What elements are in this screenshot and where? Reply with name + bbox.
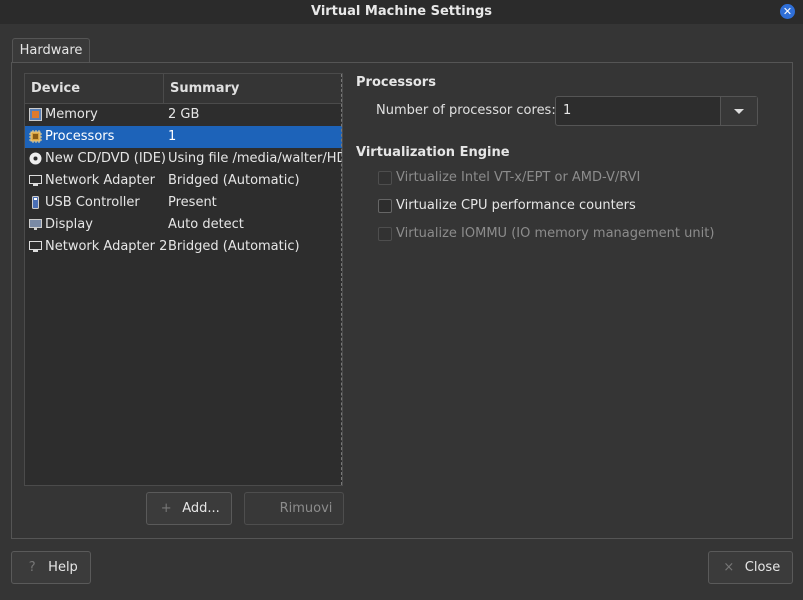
help-icon: ?: [28, 560, 36, 575]
list-edge-divider: [341, 74, 342, 485]
virtualize-perf-counters-checkbox[interactable]: [378, 199, 392, 213]
column-header-summary[interactable]: Summary: [170, 74, 239, 103]
device-row-processors[interactable]: Processors 1: [25, 126, 342, 148]
processor-icon: [29, 130, 42, 143]
device-summary: Auto detect: [168, 217, 244, 232]
virtualize-iommu-label: Virtualize IOMMU (IO memory management u…: [396, 226, 715, 241]
virtualization-section-title: Virtualization Engine: [356, 145, 510, 160]
close-icon: ×: [723, 560, 735, 575]
device-row-usb-controller[interactable]: USB Controller Present: [25, 192, 342, 214]
chevron-down-icon: [734, 109, 744, 114]
network-adapter-icon: [29, 241, 42, 252]
device-summary: Present: [168, 195, 217, 210]
virtualize-vtx-label: Virtualize Intel VT-x/EPT or AMD-V/RVI: [396, 170, 641, 185]
device-row-network-adapter[interactable]: Network Adapter Bridged (Automatic): [25, 170, 342, 192]
device-name: Network Adapter 2: [45, 239, 168, 254]
column-header-device[interactable]: Device: [31, 74, 164, 103]
settings-window: Virtual Machine Settings ✕ Hardware Devi…: [0, 0, 803, 600]
processor-cores-value: 1: [563, 103, 572, 118]
display-icon: [29, 219, 42, 230]
device-list[interactable]: Device Summary Memory 2 GB Processors 1 …: [24, 73, 343, 486]
device-summary: Using file /media/walter/HDD: [168, 151, 342, 166]
device-summary: Bridged (Automatic): [168, 173, 300, 188]
dropdown-button[interactable]: [720, 97, 757, 125]
device-name: Display: [45, 217, 93, 232]
device-row-display[interactable]: Display Auto detect: [25, 214, 342, 236]
close-window-icon[interactable]: ✕: [780, 4, 795, 19]
processors-section-title: Processors: [356, 75, 436, 90]
device-row-network-adapter-2[interactable]: Network Adapter 2 Bridged (Automatic): [25, 236, 342, 258]
device-summary: Bridged (Automatic): [168, 239, 300, 254]
network-adapter-icon: [29, 175, 42, 186]
processor-cores-select[interactable]: 1: [555, 96, 758, 126]
plus-icon: +: [160, 501, 172, 516]
virtualize-perf-counters-label: Virtualize CPU performance counters: [396, 198, 636, 213]
device-row-memory[interactable]: Memory 2 GB: [25, 104, 342, 126]
device-name: Processors: [45, 129, 115, 144]
remove-device-button[interactable]: Rimuovi: [244, 492, 344, 525]
device-name: Network Adapter: [45, 173, 155, 188]
device-list-header: Device Summary: [25, 74, 342, 104]
processor-cores-label: Number of processor cores:: [376, 103, 556, 118]
memory-icon: [29, 108, 42, 121]
window-title: Virtual Machine Settings: [310, 4, 492, 19]
remove-button-label: Rimuovi: [279, 501, 333, 516]
device-name: Memory: [45, 107, 98, 122]
help-button[interactable]: ? Help: [11, 551, 91, 584]
virtualize-vtx-checkbox[interactable]: [378, 171, 392, 185]
cd-dvd-icon: [29, 152, 42, 165]
device-summary: 2 GB: [168, 107, 200, 122]
add-device-button[interactable]: + Add...: [146, 492, 232, 525]
virtualize-iommu-checkbox[interactable]: [378, 227, 392, 241]
device-summary: 1: [168, 129, 177, 144]
device-name: USB Controller: [45, 195, 140, 210]
tab-hardware[interactable]: Hardware: [12, 38, 90, 63]
add-button-label: Add...: [182, 501, 220, 516]
usb-icon: [32, 196, 39, 209]
close-button-label: Close: [744, 560, 781, 575]
device-name: New CD/DVD (IDE): [45, 151, 166, 166]
close-button[interactable]: × Close: [708, 551, 793, 584]
title-bar: Virtual Machine Settings ✕: [0, 0, 803, 24]
device-row-cd-dvd[interactable]: New CD/DVD (IDE) Using file /media/walte…: [25, 148, 342, 170]
help-button-label: Help: [48, 560, 78, 575]
